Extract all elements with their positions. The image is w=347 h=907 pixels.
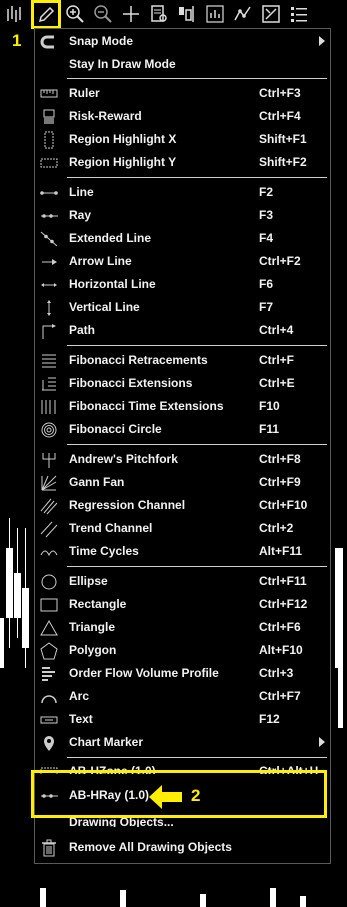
menu-item-stay-in-draw-mode[interactable]: Stay In Draw Mode	[35, 53, 330, 76]
fib-extension-icon	[39, 374, 59, 394]
fib-time-icon	[39, 397, 59, 417]
fib-retracement-icon	[39, 351, 59, 371]
menu-item-ruler[interactable]: Ruler Ctrl+F3	[35, 82, 330, 105]
menu-item-fibonacci-time-extensions[interactable]: Fibonacci Time Extensions F10	[35, 395, 330, 418]
trash-icon	[39, 838, 59, 858]
menu-item-trend-channel[interactable]: Trend Channel Ctrl+2	[35, 517, 330, 540]
menu-item-region-highlight-x[interactable]: Region Highlight X Shift+F1	[35, 128, 330, 151]
extended-line-icon	[39, 229, 59, 249]
candle	[200, 894, 206, 907]
candle	[40, 888, 46, 907]
menu-separator	[67, 78, 327, 79]
submenu-arrow-icon	[319, 36, 325, 46]
drawing-tools-menu: Snap Mode Stay In Draw Mode Ruler Ctrl+F…	[34, 28, 331, 864]
annotation-marker-1: 1	[12, 31, 22, 50]
candle	[270, 888, 276, 907]
bar-chart-icon[interactable]	[4, 3, 26, 25]
ruler-icon	[39, 84, 59, 104]
arrow-line-icon	[39, 252, 59, 272]
menu-item-order-flow-volume-profile[interactable]: Order Flow Volume Profile Ctrl+3	[35, 662, 330, 685]
candle	[335, 548, 343, 668]
candle	[0, 618, 4, 668]
menu-item-remove-all-drawing-objects[interactable]: Remove All Drawing Objects	[35, 836, 330, 859]
menu-item-time-cycles[interactable]: Time Cycles Alt+F11	[35, 540, 330, 563]
menu-item-chart-marker[interactable]: Chart Marker	[35, 731, 330, 754]
drawing-toolbar	[0, 0, 347, 29]
candle	[22, 588, 29, 648]
vertical-line-icon	[39, 298, 59, 318]
horizontal-line-icon	[39, 275, 59, 295]
volume-profile-icon	[39, 664, 59, 684]
candle	[300, 896, 306, 907]
zoom-in-icon[interactable]	[64, 3, 86, 25]
menu-item-region-highlight-y[interactable]: Region Highlight Y Shift+F2	[35, 151, 330, 174]
menu-item-regression-channel[interactable]: Regression Channel Ctrl+F10	[35, 494, 330, 517]
menu-item-arrow-line[interactable]: Arrow Line Ctrl+F2	[35, 250, 330, 273]
menu-item-ellipse[interactable]: Ellipse Ctrl+F11	[35, 570, 330, 593]
menu-item-horizontal-line[interactable]: Horizontal Line F6	[35, 273, 330, 296]
zoom-out-icon[interactable]	[92, 3, 114, 25]
properties-icon[interactable]	[260, 3, 282, 25]
menu-item-path[interactable]: Path Ctrl+4	[35, 319, 330, 342]
chart-style-icon[interactable]	[176, 3, 198, 25]
callout-arrow-icon	[149, 785, 182, 809]
menu-item-text[interactable]: Text F12	[35, 708, 330, 731]
polygon-icon	[39, 641, 59, 661]
candle	[14, 573, 21, 618]
menu-item-arc[interactable]: Arc Ctrl+F7	[35, 685, 330, 708]
regression-channel-icon	[39, 496, 59, 516]
candle	[6, 548, 13, 618]
gann-fan-icon	[39, 473, 59, 493]
data-box-icon[interactable]	[148, 3, 170, 25]
annotation-marker-2: 2	[191, 786, 201, 805]
menu-separator	[67, 566, 327, 567]
pitchfork-icon	[39, 450, 59, 470]
ray-icon	[39, 206, 59, 226]
menu-separator	[67, 444, 327, 445]
time-cycles-icon	[39, 542, 59, 562]
menu-item-triangle[interactable]: Triangle Ctrl+F6	[35, 616, 330, 639]
menu-item-risk-reward[interactable]: Risk-Reward Ctrl+F4	[35, 105, 330, 128]
menu-item-polygon[interactable]: Polygon Alt+F10	[35, 639, 330, 662]
triangle-icon	[39, 618, 59, 638]
menu-item-snap-mode[interactable]: Snap Mode	[35, 30, 330, 53]
menu-item-gann-fan[interactable]: Gann Fan Ctrl+F9	[35, 471, 330, 494]
submenu-arrow-icon	[319, 737, 325, 747]
strategy-icon[interactable]	[232, 3, 254, 25]
indicators-icon[interactable]	[204, 3, 226, 25]
ellipse-icon	[39, 572, 59, 592]
menu-item-extended-line[interactable]: Extended Line F4	[35, 227, 330, 250]
menu-item-fibonacci-retracements[interactable]: Fibonacci Retracements Ctrl+F	[35, 349, 330, 372]
menu-item-rectangle[interactable]: Rectangle Ctrl+F12	[35, 593, 330, 616]
menu-separator	[67, 345, 327, 346]
menu-item-line[interactable]: Line F2	[35, 181, 330, 204]
chart-marker-icon	[39, 733, 59, 753]
fib-circle-icon	[39, 420, 59, 440]
list-icon[interactable]	[288, 3, 310, 25]
path-icon	[39, 321, 59, 341]
menu-item-andrews-pitchfork[interactable]: Andrew's Pitchfork Ctrl+F8	[35, 448, 330, 471]
region-x-icon	[39, 130, 59, 150]
line-icon	[39, 183, 59, 203]
menu-item-vertical-line[interactable]: Vertical Line F7	[35, 296, 330, 319]
arc-icon	[39, 687, 59, 707]
region-y-icon	[39, 153, 59, 173]
menu-item-fibonacci-extensions[interactable]: Fibonacci Extensions Ctrl+E	[35, 372, 330, 395]
pencil-icon[interactable]	[31, 0, 61, 29]
candle	[338, 668, 343, 728]
risk-reward-icon	[39, 107, 59, 127]
text-icon	[39, 710, 59, 730]
crosshair-icon[interactable]	[120, 3, 142, 25]
trend-channel-icon	[39, 519, 59, 539]
menu-item-fibonacci-circle[interactable]: Fibonacci Circle F11	[35, 418, 330, 441]
candle	[120, 890, 126, 907]
menu-separator	[67, 177, 327, 178]
magnet-icon	[39, 32, 59, 52]
menu-separator	[67, 757, 327, 758]
rectangle-icon	[39, 595, 59, 615]
menu-item-ray[interactable]: Ray F3	[35, 204, 330, 227]
